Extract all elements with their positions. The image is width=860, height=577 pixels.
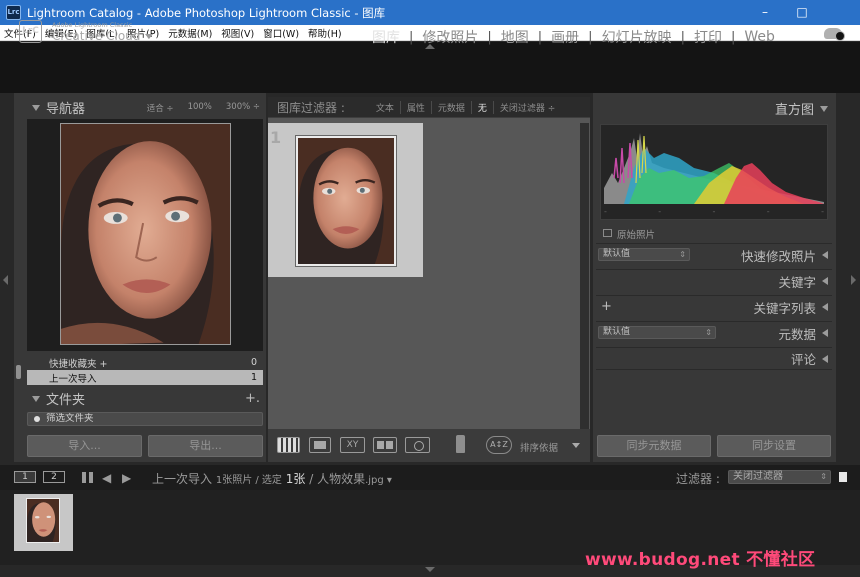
checkbox-icon[interactable] [603, 229, 612, 237]
triangle-down-icon[interactable] [32, 104, 40, 111]
grid-scrollbar[interactable] [580, 123, 589, 429]
grid-view-icon[interactable] [277, 437, 300, 453]
triangle-left-icon[interactable] [822, 251, 828, 259]
filter-text[interactable]: 文本 [370, 101, 400, 114]
comments-header[interactable]: 评论 [596, 347, 832, 370]
selected-count: 1张 [285, 472, 306, 486]
compare-view-icon[interactable]: XY [340, 437, 365, 453]
grid-icon[interactable] [82, 472, 93, 483]
grid-cell-index: 1 [270, 128, 282, 147]
zoom-100[interactable]: 100% [188, 102, 212, 114]
keywording-header[interactable]: 关键字 [596, 269, 832, 292]
triangle-left-icon[interactable] [822, 354, 828, 363]
collapse-bottom-arrow-icon[interactable] [425, 567, 435, 572]
module-slideshow[interactable]: 幻灯片放映 [593, 27, 681, 47]
zoom-fit[interactable]: 适合 ÷ [147, 102, 174, 114]
histogram-title: 直方图 [774, 103, 814, 118]
navigator-photo[interactable] [60, 123, 231, 345]
filmstrip-source-path[interactable]: 上一次导入 1张照片 / 选定 1张 / 人物效果.jpg ▾ [152, 470, 392, 487]
filter-attribute[interactable]: 属性 [399, 100, 431, 114]
menu-metadata[interactable]: 元数据(M) [168, 26, 212, 40]
filmstrip-filter-label: 过滤器 : [676, 472, 720, 486]
menu-view[interactable]: 视图(V) [221, 26, 254, 40]
sync-settings-button[interactable]: 同步设置 [717, 435, 831, 457]
site-watermark: www.budog.net 不懂社区 [585, 550, 816, 570]
zoom-300[interactable]: 300% ÷ [226, 102, 260, 114]
navigator-title: 导航器 [46, 102, 86, 117]
triangle-down-icon[interactable] [820, 105, 828, 112]
folders-header[interactable]: 文件夹 +. [14, 387, 266, 410]
add-folder-icon[interactable]: +. [245, 391, 260, 406]
sort-label[interactable]: 排序依据 [520, 440, 558, 454]
maximize-button[interactable]: □ [785, 0, 819, 25]
module-web[interactable]: Web [735, 29, 784, 45]
keyword-list-header[interactable]: 关键字列表 [596, 295, 832, 318]
module-header [0, 42, 860, 93]
module-map[interactable]: 地图 [492, 27, 538, 47]
module-book[interactable]: 画册 [542, 27, 588, 47]
metadata-preset-select[interactable]: 默认值 [598, 326, 716, 339]
source-name: 上一次导入 [152, 472, 213, 486]
collections-list: 快捷收藏夹 + 0 上一次导入 1 [27, 355, 263, 385]
filter-folders-input[interactable]: 筛选文件夹 [27, 412, 263, 426]
previous-import[interactable]: 上一次导入 1 [27, 370, 263, 385]
filmstrip-filter-select[interactable]: 关闭过滤器 [728, 470, 831, 484]
original-photo-checkbox[interactable]: 原始照片 [603, 227, 655, 241]
file-ext: .jpg ▾ [365, 475, 392, 486]
histogram-graph [604, 133, 824, 204]
cloud-sync-icon[interactable] [824, 28, 845, 41]
toolbar-menu-caret-icon[interactable] [572, 443, 580, 448]
filter-preset-select[interactable]: 关闭过滤器 ÷ [492, 100, 561, 114]
triangle-left-icon[interactable] [822, 303, 828, 311]
import-button[interactable]: 导入... [27, 435, 142, 457]
sync-metadata-button[interactable]: 同步元数据 [597, 435, 711, 457]
photo-count: 1张照片 / 选定 [215, 475, 282, 486]
loupe-view-icon[interactable] [309, 437, 331, 453]
forward-arrow-icon[interactable]: ▶ [122, 471, 131, 485]
filmstrip-thumbnail[interactable] [26, 498, 60, 543]
painter-spray-icon[interactable] [456, 435, 465, 453]
sort-direction-icon[interactable]: A↕Z [486, 436, 512, 454]
collapse-right-arrow-icon[interactable] [851, 275, 856, 285]
survey-view-icon[interactable] [373, 437, 397, 453]
search-dot-icon [34, 416, 40, 422]
quick-develop-preset-select[interactable]: 默认值 [598, 248, 690, 261]
lrc-logo: LrC [19, 20, 42, 43]
file-name: / 人物效果 [309, 472, 366, 486]
filter-none[interactable]: 无 [470, 100, 493, 114]
filter-metadata[interactable]: 元数据 [430, 100, 471, 114]
second-window-button[interactable]: 2 [43, 471, 65, 483]
triangle-left-icon[interactable] [822, 277, 828, 285]
library-filter-bar: 图库过滤器 : 文本 属性 元数据 无 关闭过滤器 ÷ [268, 97, 590, 118]
filter-lock-icon[interactable] [839, 472, 847, 482]
app-icon: Lrc [6, 5, 21, 20]
brand-caret-icon[interactable] [145, 34, 153, 39]
library-filter-title: 图库过滤器 : [277, 100, 345, 115]
back-arrow-icon[interactable]: ◀ [102, 471, 111, 485]
minimize-button[interactable]: – [748, 0, 782, 25]
collapse-left-arrow-icon[interactable] [3, 275, 8, 285]
module-develop[interactable]: 修改照片 [413, 27, 487, 47]
module-print[interactable]: 打印 [685, 27, 731, 47]
left-scroll-handle[interactable] [16, 365, 21, 379]
triangle-down-icon[interactable] [32, 395, 40, 402]
menu-help[interactable]: 帮助(H) [308, 26, 342, 40]
module-library[interactable]: 图库 [372, 27, 409, 47]
menu-window[interactable]: 窗口(W) [263, 26, 299, 40]
grid-thumbnail[interactable] [295, 135, 397, 267]
folders-title: 文件夹 [46, 393, 86, 408]
people-view-icon[interactable] [405, 437, 430, 453]
add-keyword-icon[interactable]: + [601, 299, 612, 314]
triangle-left-icon[interactable] [822, 329, 828, 337]
navigator-header[interactable]: 导航器 适合 ÷ 100% 300% ÷ [14, 96, 266, 119]
main-window-button[interactable]: 1 [14, 471, 36, 483]
quick-collection[interactable]: 快捷收藏夹 + 0 [27, 355, 263, 370]
window-title: Lightroom Catalog - Adobe Photoshop Ligh… [27, 5, 386, 20]
export-button[interactable]: 导出... [148, 435, 263, 457]
brand-cloud[interactable]: Creative Cloud [52, 29, 140, 43]
brand-product: Adobe Lightroom Classic [52, 21, 133, 29]
module-picker: 图库 | 修改照片 | 地图 | 画册 | 幻灯片放映 | 打印 | Web [372, 27, 784, 47]
histogram-header[interactable]: 直方图 [593, 97, 836, 120]
